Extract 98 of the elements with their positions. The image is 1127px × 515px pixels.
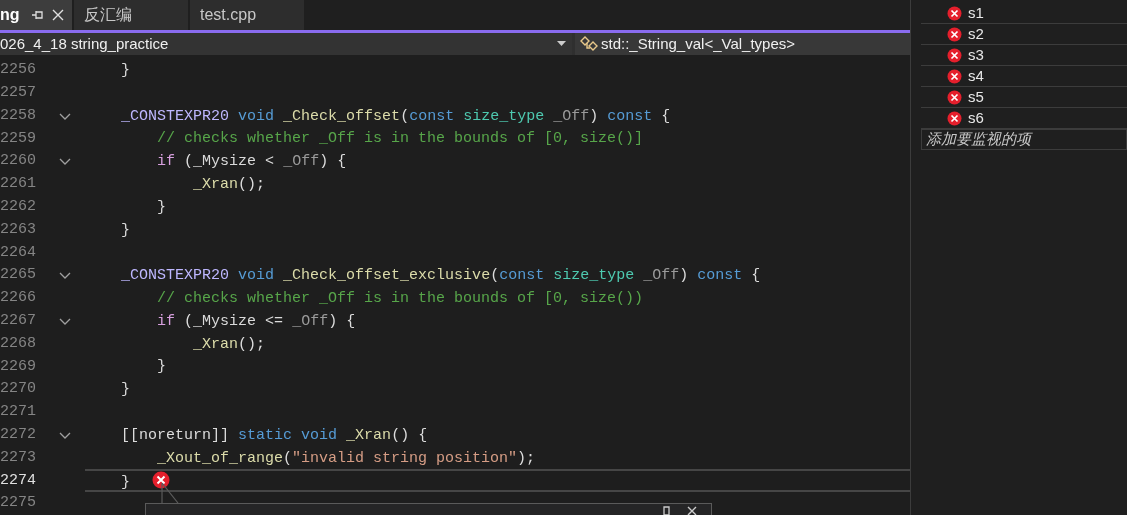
fold-chevron-icon[interactable] <box>58 272 71 280</box>
line-number: 2263 <box>0 219 34 240</box>
code-token: } <box>121 221 131 239</box>
code-token: const <box>409 107 455 125</box>
code-comment: // checks whether _Off is in the bounds of [0, size()) <box>157 290 644 308</box>
code-token: _Off <box>283 153 320 171</box>
code-token: () { <box>391 426 428 444</box>
code-token: const <box>607 107 653 125</box>
line-number: 2273 <box>0 447 34 468</box>
line-number: 2275 <box>0 493 34 514</box>
fold-chevron-icon[interactable] <box>58 431 71 439</box>
pin-icon[interactable] <box>31 9 44 21</box>
project-name: 026_4_18 string_practice <box>0 33 170 54</box>
code-token: <= <box>265 312 284 330</box>
line-number: 2262 <box>0 197 34 217</box>
code-token: if <box>157 312 176 330</box>
editor-tab[interactable]: 反汇编 <box>74 0 188 30</box>
watch-name[interactable]: s1 <box>968 1 984 25</box>
code-token: _Off <box>553 107 590 125</box>
code-token: _Check_offset <box>283 107 401 125</box>
line-number: 2258 <box>0 105 34 126</box>
code-token: ″invalid string position″ <box>292 449 518 467</box>
code-token: } <box>157 198 167 216</box>
code-token: ( <box>184 312 194 330</box>
scope-name: std::_String_val<_Val_types> <box>601 33 795 54</box>
code-token: ) { <box>319 153 347 171</box>
watch-name[interactable]: s4 <box>968 64 984 88</box>
code-token: ) <box>679 267 689 285</box>
line-number: 2269 <box>0 356 34 377</box>
error-icon[interactable] <box>152 471 171 490</box>
line-number: 2267 <box>0 310 34 331</box>
code-token: const <box>499 267 545 285</box>
code-token: if <box>157 153 176 171</box>
code-token: _Xout_of_range <box>157 449 284 467</box>
code-token: ( <box>184 153 194 171</box>
class-icon <box>580 34 600 53</box>
code-token: } <box>121 474 131 492</box>
code-token: } <box>157 358 167 376</box>
scope-dropdown[interactable]: std::_String_val<_Val_types> <box>575 32 910 56</box>
line-number: 2271 <box>0 402 34 423</box>
code-token: } <box>121 381 131 399</box>
code-comment: // checks whether _Off is in the bounds of [0, size()] <box>157 130 644 148</box>
code-token: { <box>751 267 761 285</box>
code-token: [[noreturn]] <box>121 426 230 444</box>
editor-tab[interactable]: ng <box>0 0 72 30</box>
line-number: 2264 <box>0 242 34 263</box>
line-number: 2272 <box>0 424 34 445</box>
close-icon[interactable] <box>687 506 697 515</box>
watch-name[interactable]: s5 <box>968 85 984 109</box>
caret-icon <box>557 41 566 47</box>
line-number: 2256 <box>0 60 34 81</box>
line-number: 2270 <box>0 379 34 400</box>
code-token: _CONSTEXPR20 <box>121 267 230 285</box>
watch-name[interactable]: s3 <box>968 43 984 67</box>
line-number: 2261 <box>0 174 34 195</box>
pin-icon[interactable] <box>662 506 671 515</box>
close-icon[interactable] <box>51 9 64 21</box>
code-token: void <box>238 107 275 125</box>
code-token: _Off <box>292 312 329 330</box>
code-token: < <box>265 153 275 171</box>
code-token: ( <box>283 449 293 467</box>
code-token: _Mysize <box>193 312 257 330</box>
code-token: (); <box>238 176 266 194</box>
code-token: { <box>661 107 671 125</box>
fold-chevron-icon[interactable] <box>58 317 71 325</box>
fold-chevron-icon[interactable] <box>58 158 71 166</box>
code-token: (); <box>238 335 266 353</box>
line-number: 2259 <box>0 128 34 149</box>
code-token: static void <box>238 426 338 444</box>
code-token: _Xran <box>346 426 392 444</box>
code-token: void <box>238 267 275 285</box>
watch-name[interactable]: s6 <box>968 106 984 130</box>
watch-name[interactable]: s2 <box>968 22 984 46</box>
line-number: 2257 <box>0 83 34 103</box>
line-number: 2260 <box>0 151 34 172</box>
code-token: _Off <box>643 267 680 285</box>
code-token: size_type <box>553 267 635 285</box>
project-dropdown[interactable]: 026_4_18 string_practice <box>0 32 572 56</box>
code-token: ) <box>589 107 599 125</box>
code-token: } <box>121 62 131 80</box>
fold-chevron-icon[interactable] <box>58 112 71 120</box>
code-token: ) { <box>328 312 356 330</box>
code-token: size_type <box>463 107 545 125</box>
code-token: _CONSTEXPR20 <box>121 107 230 125</box>
code-token: _Mysize <box>193 153 257 171</box>
code-token: ( <box>490 267 500 285</box>
code-token: ); <box>517 449 536 467</box>
code-token: const <box>697 267 743 285</box>
line-number: 2266 <box>0 288 34 309</box>
add-watch-field[interactable]: 添加要监视的项 <box>921 129 1127 150</box>
code-token: _Check_offset_exclusive <box>283 267 491 285</box>
code-token: _Xran <box>193 335 239 353</box>
line-number: 2265 <box>0 265 34 286</box>
code-token: ( <box>400 107 410 125</box>
editor-tab[interactable]: test.cpp <box>190 0 304 30</box>
line-number: 2268 <box>0 333 34 354</box>
line-number: 2274 <box>0 470 34 491</box>
code-token: _Xran <box>193 176 239 194</box>
